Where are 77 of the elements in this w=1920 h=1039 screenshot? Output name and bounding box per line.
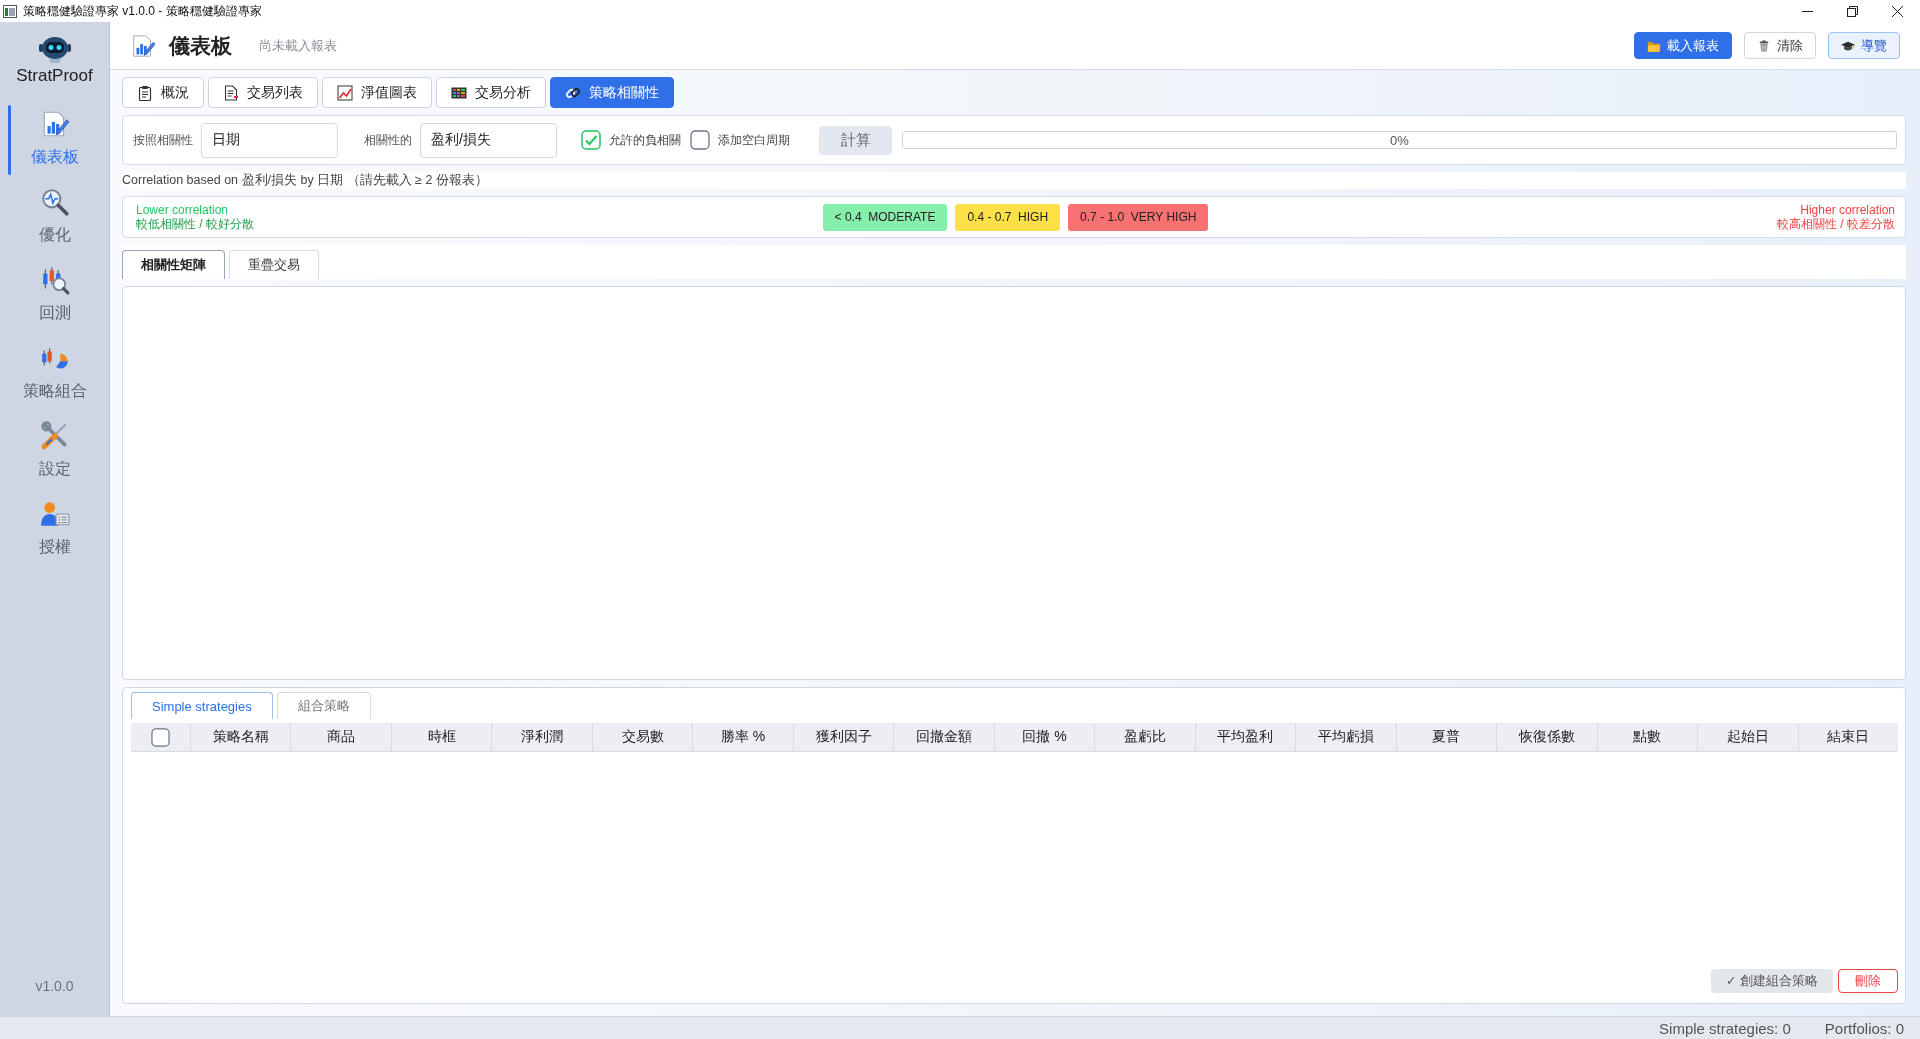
level-badge: 0.7 - 1.0 VERY HIGH bbox=[1068, 203, 1209, 231]
restore-icon[interactable] bbox=[1847, 5, 1858, 17]
delete-button[interactable]: 刪除 bbox=[1838, 969, 1898, 993]
line-chart-icon bbox=[337, 84, 353, 101]
column-header: 點數 bbox=[1596, 723, 1698, 751]
column-header: 回撤金額 bbox=[893, 723, 994, 751]
sidebar-item[interactable]: 策略組合 bbox=[0, 333, 109, 411]
app-icon bbox=[3, 4, 17, 18]
legend-high-note: 較高相關性 / 較差分散 bbox=[1777, 217, 1895, 231]
legend-low-note: 較低相關性 / 較好分散 bbox=[136, 217, 254, 231]
checkbox[interactable] bbox=[690, 130, 710, 150]
level-badge: < 0.4 MODERATE bbox=[822, 203, 948, 231]
wrench-screwdriver-icon bbox=[39, 421, 70, 451]
close-icon[interactable] bbox=[1892, 5, 1903, 17]
robot-icon bbox=[37, 34, 72, 64]
field-label: 按照相關性 bbox=[133, 131, 193, 149]
guide-button[interactable]: 導覽 bbox=[1828, 32, 1900, 59]
status-text: Simple strategies: 0 bbox=[1659, 1019, 1791, 1037]
page-title: 儀表板 bbox=[169, 32, 232, 59]
sidebar-item[interactable]: 儀表板 bbox=[0, 99, 109, 177]
column-header: 淨利潤 bbox=[491, 723, 592, 751]
legend-high-title: Higher correlation bbox=[1800, 203, 1895, 217]
user-card-icon bbox=[39, 499, 70, 529]
sidebar-item[interactable]: 授權 bbox=[0, 489, 109, 567]
checkbox[interactable] bbox=[581, 130, 601, 150]
sidebar-item[interactable]: 回測 bbox=[0, 255, 109, 333]
column-header: 夏普 bbox=[1395, 723, 1497, 751]
version-label: v1.0.0 bbox=[35, 978, 74, 994]
tab[interactable]: 概況 bbox=[122, 77, 204, 108]
page-subtitle: 尚未載入報表 bbox=[259, 36, 337, 55]
column-header: 商品 bbox=[290, 723, 391, 751]
column-header: 交易數 bbox=[591, 723, 693, 751]
status-text: Portfolios: 0 bbox=[1824, 1019, 1904, 1037]
column-header: 結束日 bbox=[1797, 723, 1898, 751]
level-badge: 0.4 - 0.7 HIGH bbox=[955, 203, 1061, 231]
column-header: 獲利因子 bbox=[792, 723, 894, 751]
clear-button[interactable]: 清除 bbox=[1744, 32, 1816, 59]
tab[interactable]: 交易列表 bbox=[208, 77, 318, 108]
legend-low-title: Lower correlation bbox=[136, 203, 229, 217]
checkbox[interactable] bbox=[151, 727, 170, 747]
column-header: 平均虧損 bbox=[1295, 723, 1396, 751]
chart-pencil-icon bbox=[130, 32, 156, 59]
tab[interactable]: 交易分析 bbox=[436, 77, 546, 108]
sidebar-item[interactable]: 設定 bbox=[0, 411, 109, 489]
tab[interactable]: 組合策略 bbox=[276, 692, 371, 719]
folder-icon bbox=[1647, 39, 1661, 52]
column-header: 起始日 bbox=[1697, 723, 1798, 751]
column-header: 勝率 % bbox=[692, 723, 793, 751]
sidebar-item[interactable]: 優化 bbox=[0, 177, 109, 255]
load-button[interactable]: 載入報表 bbox=[1634, 32, 1732, 59]
graduation-cap-icon bbox=[1841, 39, 1855, 52]
column-header: 時框 bbox=[390, 723, 492, 751]
brand-name: StratProof bbox=[16, 66, 93, 86]
correlation-summary: Correlation based on 盈利/損失 by 日期 （請先載入 ≥ 2 份報表） bbox=[122, 172, 488, 189]
compute-button[interactable]: 計算 bbox=[819, 125, 892, 155]
clipboard-icon bbox=[137, 84, 153, 101]
magnifier-icon bbox=[39, 187, 70, 217]
column-header: 策略名稱 bbox=[190, 723, 291, 751]
tab[interactable]: 淨值圖表 bbox=[322, 77, 432, 108]
column-header: 回撤 % bbox=[993, 723, 1095, 751]
checkbox-label: 添加空白周期 bbox=[718, 131, 790, 149]
column-header: 平均盈利 bbox=[1194, 723, 1296, 751]
tab[interactable]: 重疊交易 bbox=[229, 250, 319, 279]
document-icon bbox=[223, 84, 239, 101]
progress-label: 0% bbox=[1390, 132, 1409, 148]
tab[interactable]: 策略相關性 bbox=[550, 77, 674, 108]
window-title: 策略穩健驗證專家 v1.0.0 - 策略穩健驗證專家 bbox=[23, 2, 262, 20]
field-label: 相關性的 bbox=[364, 131, 412, 149]
tab[interactable]: 相關性矩陣 bbox=[122, 250, 225, 279]
input-field[interactable]: 日期 bbox=[201, 122, 338, 158]
create-portfolio-button[interactable]: ✓ 創建組合策略 bbox=[1711, 969, 1833, 993]
column-header: 盈虧比 bbox=[1094, 723, 1195, 751]
input-field[interactable]: 盈利/損失 bbox=[420, 122, 557, 158]
tab[interactable]: Simple strategies bbox=[131, 692, 273, 719]
checkbox-label: 允許的負相關 bbox=[609, 131, 681, 149]
column-header: 恢復係數 bbox=[1496, 723, 1597, 751]
trash-icon bbox=[1757, 39, 1771, 52]
